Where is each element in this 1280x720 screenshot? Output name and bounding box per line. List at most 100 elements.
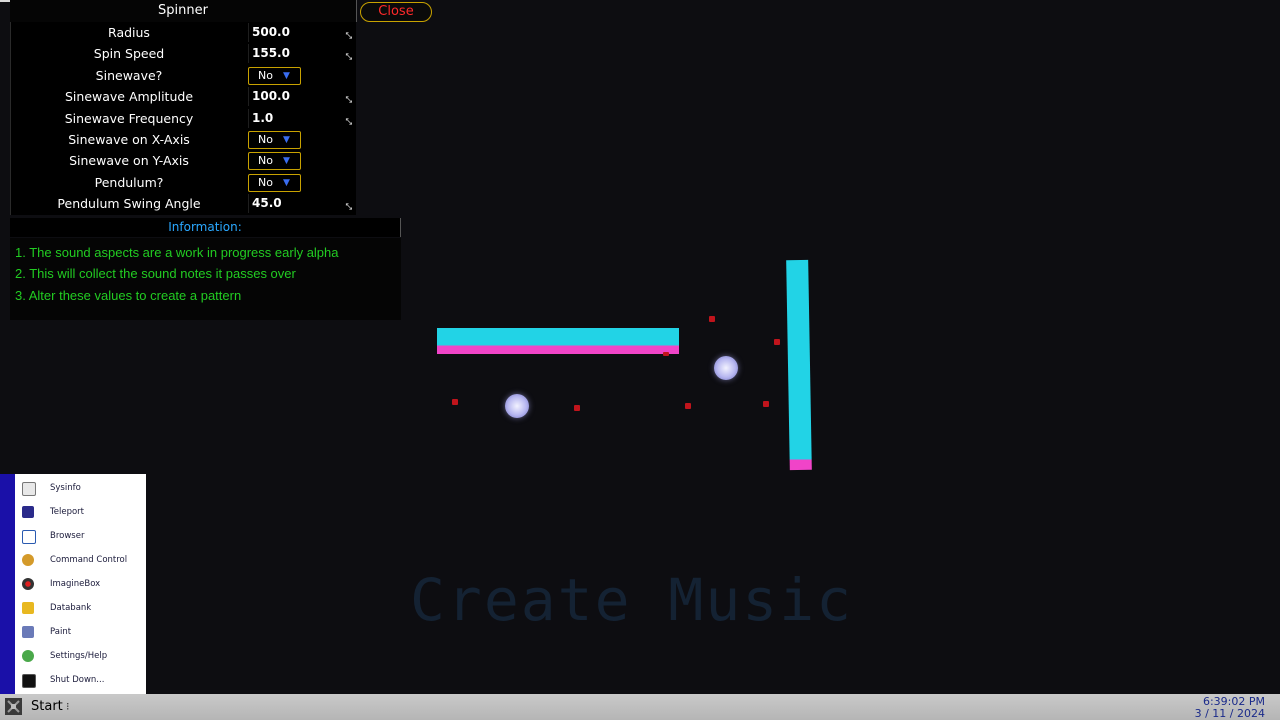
spinner-bar-vertical (786, 259, 812, 471)
imaginebox-icon (22, 578, 34, 590)
setting-label: Sinewave Amplitude (64, 89, 194, 105)
setting-row-sinewave-frequency: Sinewave Frequency 1.0 ⤡ (10, 108, 356, 129)
setting-row-spin-speed: Spin Speed 155.0 ⤡ (10, 43, 356, 64)
databank-icon (22, 602, 34, 614)
menu-item-paint[interactable]: Paint (15, 620, 146, 644)
info-line: 3. Alter these values to create a patter… (15, 288, 242, 303)
create-music-watermark: Create Music (410, 566, 854, 634)
menu-item-databank[interactable]: Databank (15, 596, 146, 620)
paint-icon (22, 626, 34, 638)
menu-item-sysinfo[interactable]: Sysinfo (15, 476, 146, 500)
close-button[interactable]: Close (360, 2, 432, 22)
start-menu: Sysinfo Teleport Browser Command Control… (0, 474, 146, 694)
spinner-ball (714, 356, 738, 380)
menu-item-settings-help[interactable]: Settings/Help (15, 644, 146, 668)
separator: ⁝ (66, 700, 70, 713)
sysinfo-icon (22, 482, 36, 496)
resize-grip-icon: ⤡ (345, 52, 352, 62)
dropdown-value: No (258, 132, 273, 146)
menu-item-label: Sysinfo (50, 483, 81, 493)
information-panel: 1. The sound aspects are a work in progr… (10, 238, 401, 320)
setting-value: 45.0 (252, 196, 282, 211)
setting-value: 500.0 (252, 25, 290, 39)
clock-date: 3 / 11 / 2024 (1194, 707, 1265, 720)
shut-down-icon (22, 674, 36, 688)
sinewave-frequency-input[interactable]: 1.0 ⤡ (248, 108, 355, 128)
setting-value: 100.0 (252, 89, 290, 104)
info-line: 1. The sound aspects are a work in progr… (15, 245, 339, 260)
menu-item-imaginebox[interactable]: ImagineBox (15, 572, 146, 596)
menu-item-label: ImagineBox (50, 579, 101, 589)
information-heading: Information: (10, 218, 401, 237)
dropdown-arrow-icon: ▼ (283, 70, 290, 81)
setting-label: Sinewave on Y-Axis (69, 153, 189, 169)
sound-note (685, 403, 691, 409)
setting-row-sinewave-x: Sinewave on X-Axis No ▼ (10, 129, 356, 150)
resize-grip-icon: ⤡ (345, 202, 352, 212)
start-menu-strip (0, 474, 15, 694)
setting-label: Pendulum? (94, 174, 164, 190)
sinewave-y-axis-dropdown[interactable]: No ▼ (248, 152, 301, 171)
setting-row-radius: Radius 500.0 ⤡ (10, 22, 356, 43)
dropdown-value: No (258, 154, 273, 168)
menu-item-browser[interactable]: Browser (15, 524, 146, 548)
sinewave-dropdown[interactable]: No ▼ (248, 66, 301, 85)
sinewave-amplitude-input[interactable]: 100.0 ⤡ (248, 87, 355, 107)
menu-item-label: Shut Down... (50, 675, 105, 685)
settings-panel: Radius 500.0 ⤡ Spin Speed 155.0 ⤡ Sinewave… (10, 22, 356, 215)
pendulum-swing-angle-input[interactable]: 45.0 ⤡ (248, 194, 355, 214)
dropdown-value: No (258, 68, 273, 82)
spinner-bar-horizontal (437, 328, 679, 354)
setting-label: Sinewave on X-Axis (68, 131, 190, 147)
setting-value: 1.0 (252, 110, 274, 125)
pendulum-dropdown[interactable]: No ▼ (248, 173, 301, 192)
setting-row-sinewave-y: Sinewave on Y-Axis No ▼ (10, 150, 356, 171)
info-line: 2. This will collect the sound notes it … (15, 266, 296, 281)
setting-row-sinewave: Sinewave? No ▼ (10, 65, 356, 86)
start-icon (5, 698, 22, 715)
resize-grip-icon: ⤡ (345, 95, 352, 105)
setting-row-pendulum-angle: Pendulum Swing Angle 45.0 ⤡ (10, 193, 356, 214)
start-label: Start (31, 699, 63, 714)
setting-row-sinewave-amplitude: Sinewave Amplitude 100.0 ⤡ (10, 86, 356, 107)
resize-grip-icon: ⤡ (345, 116, 352, 126)
dropdown-arrow-icon: ▼ (283, 134, 290, 145)
radius-input[interactable]: 500.0 ⤡ (248, 23, 355, 42)
menu-item-label: Command Control (50, 555, 128, 565)
menu-item-label: Databank (50, 603, 92, 613)
browser-icon (22, 530, 36, 544)
menu-item-label: Paint (50, 627, 72, 637)
settings-help-icon (22, 650, 34, 662)
menu-item-label: Teleport (50, 507, 84, 517)
resize-grip-icon: ⤡ (345, 31, 352, 40)
sinewave-x-axis-dropdown[interactable]: No ▼ (248, 130, 301, 149)
menu-item-command-control[interactable]: Command Control (15, 548, 146, 572)
teleport-icon (22, 506, 34, 518)
sound-note (774, 339, 780, 345)
setting-label: Pendulum Swing Angle (57, 196, 201, 212)
menu-item-shut-down[interactable]: Shut Down... (15, 668, 146, 692)
spinner-ball (505, 394, 529, 418)
spin-speed-input[interactable]: 155.0 ⤡ (248, 44, 355, 64)
sound-note (452, 399, 458, 405)
command-control-icon (22, 554, 34, 566)
menu-item-label: Browser (50, 531, 85, 541)
sound-note (763, 401, 769, 407)
dropdown-value: No (258, 175, 273, 189)
dropdown-arrow-icon: ▼ (283, 156, 290, 167)
start-button[interactable]: Start ⁝ (0, 694, 70, 720)
setting-label: Spin Speed (93, 46, 165, 62)
sound-note (574, 405, 580, 411)
window-title: Spinner (10, 0, 357, 22)
menu-item-label: Settings/Help (50, 651, 108, 661)
sound-note (663, 352, 669, 356)
setting-label: Radius (108, 25, 150, 40)
setting-row-pendulum: Pendulum? No ▼ (10, 172, 356, 193)
sound-note (709, 316, 715, 322)
setting-label: Sinewave? (95, 67, 163, 83)
setting-label: Sinewave Frequency (64, 110, 194, 126)
menu-item-teleport[interactable]: Teleport (15, 500, 146, 524)
taskbar: Start ⁝ 6:39:02 PM 3 / 11 / 2024 (0, 694, 1280, 720)
setting-value: 155.0 (252, 46, 290, 61)
dropdown-arrow-icon: ▼ (283, 177, 290, 188)
